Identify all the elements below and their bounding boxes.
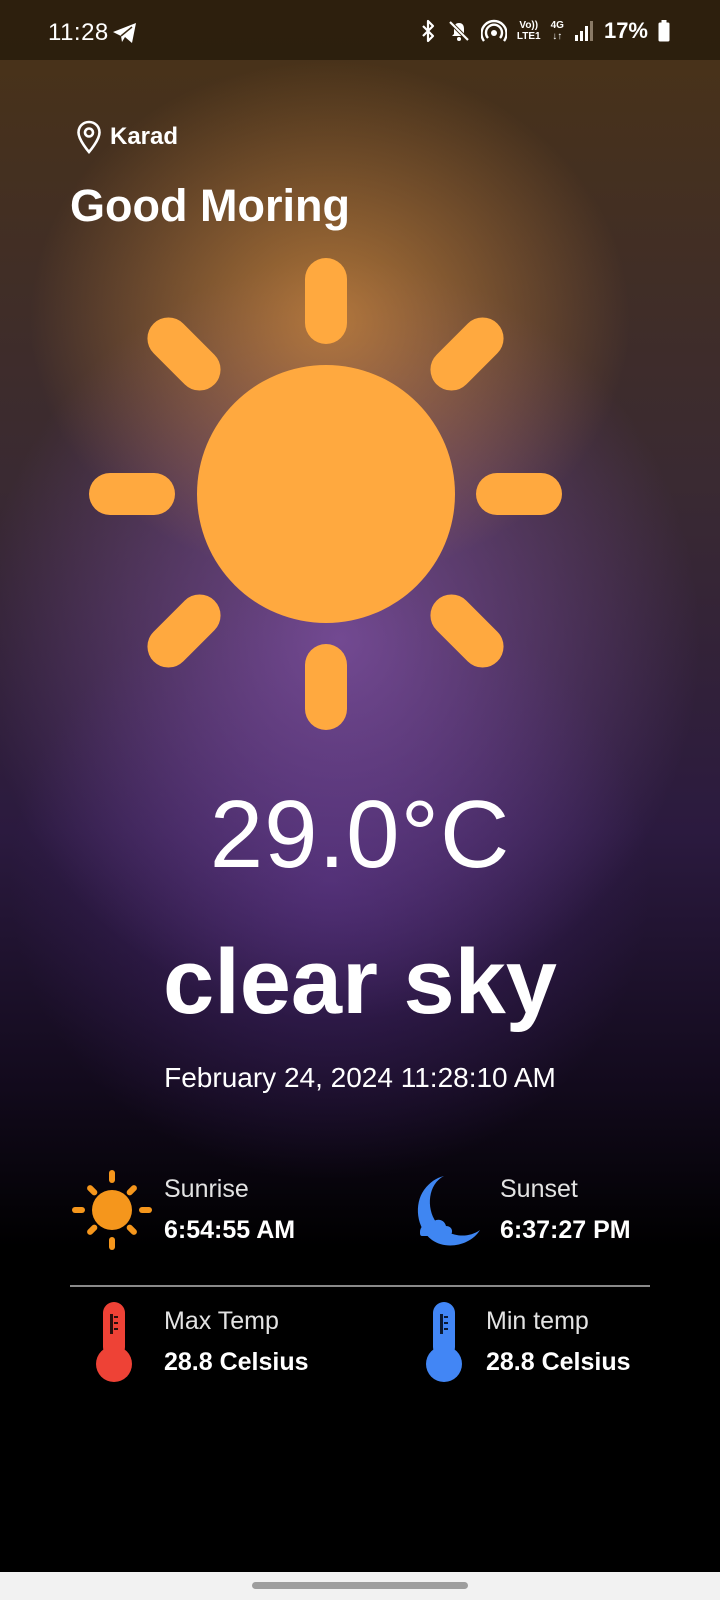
divider bbox=[70, 1285, 650, 1287]
min-temp-value: 28.8 Celsius bbox=[486, 1348, 631, 1376]
max-temp-stat: Max Temp 28.8 Celsius bbox=[94, 1300, 309, 1384]
location[interactable]: Karad bbox=[76, 120, 178, 154]
mute-icon bbox=[448, 20, 470, 42]
temperature: 29.0°C bbox=[209, 781, 511, 888]
sunrise-icon bbox=[72, 1170, 152, 1250]
status-icons: Vo)) LTE1 4G ↓↑ 17% bbox=[419, 18, 670, 44]
location-name: Karad bbox=[110, 123, 179, 150]
date-time: February 24, 2024 11:28:10 AM bbox=[164, 1062, 556, 1093]
sunset-label: Sunset bbox=[500, 1175, 578, 1203]
sunrise-time: 6:54:55 AM bbox=[164, 1216, 296, 1244]
network-label: 4G bbox=[550, 20, 564, 31]
thermometer-hot-icon bbox=[96, 1302, 132, 1382]
signal-icon bbox=[574, 21, 593, 41]
min-temp-label: Min temp bbox=[486, 1307, 589, 1335]
moon-cloud-icon bbox=[417, 1176, 480, 1246]
weather-condition: clear sky bbox=[163, 931, 557, 1033]
volte-icon: Vo)) LTE1 bbox=[517, 20, 541, 42]
thermometer-cold-icon bbox=[426, 1302, 462, 1382]
network-4g-icon: 4G ↓↑ bbox=[551, 20, 564, 42]
battery-icon bbox=[658, 20, 670, 42]
lte-label: LTE1 bbox=[516, 31, 541, 42]
location-pin-icon bbox=[77, 120, 101, 154]
sunset-stat: Sunset 6:37:27 PM bbox=[410, 1170, 631, 1250]
sunrise-label: Sunrise bbox=[164, 1175, 249, 1203]
volte-label: Vo)) bbox=[519, 20, 539, 31]
status-time: 11:28 bbox=[48, 19, 109, 46]
home-gesture-handle[interactable] bbox=[252, 1582, 468, 1589]
sunrise-stat: Sunrise 6:54:55 AM bbox=[72, 1170, 295, 1250]
battery-percent: 17% bbox=[603, 18, 648, 43]
min-temp-stat: Min temp 28.8 Celsius bbox=[424, 1300, 631, 1384]
weather-screen: 11:28 Vo)) LTE1 4G ↓↑ 17% Karad Good Mor… bbox=[0, 0, 720, 1600]
bluetooth-icon bbox=[422, 19, 434, 43]
sun-icon bbox=[89, 258, 562, 730]
greeting: Good Moring bbox=[70, 180, 350, 231]
data-arrows: ↓↑ bbox=[552, 31, 563, 42]
max-temp-value: 28.8 Celsius bbox=[164, 1348, 309, 1376]
max-temp-label: Max Temp bbox=[164, 1307, 279, 1335]
hotspot-icon bbox=[480, 19, 507, 42]
sunset-time: 6:37:27 PM bbox=[500, 1216, 631, 1244]
status-bar: 11:28 Vo)) LTE1 4G ↓↑ 17% bbox=[0, 0, 720, 60]
navigation-bar bbox=[0, 1572, 720, 1600]
telegram-icon bbox=[113, 23, 136, 43]
